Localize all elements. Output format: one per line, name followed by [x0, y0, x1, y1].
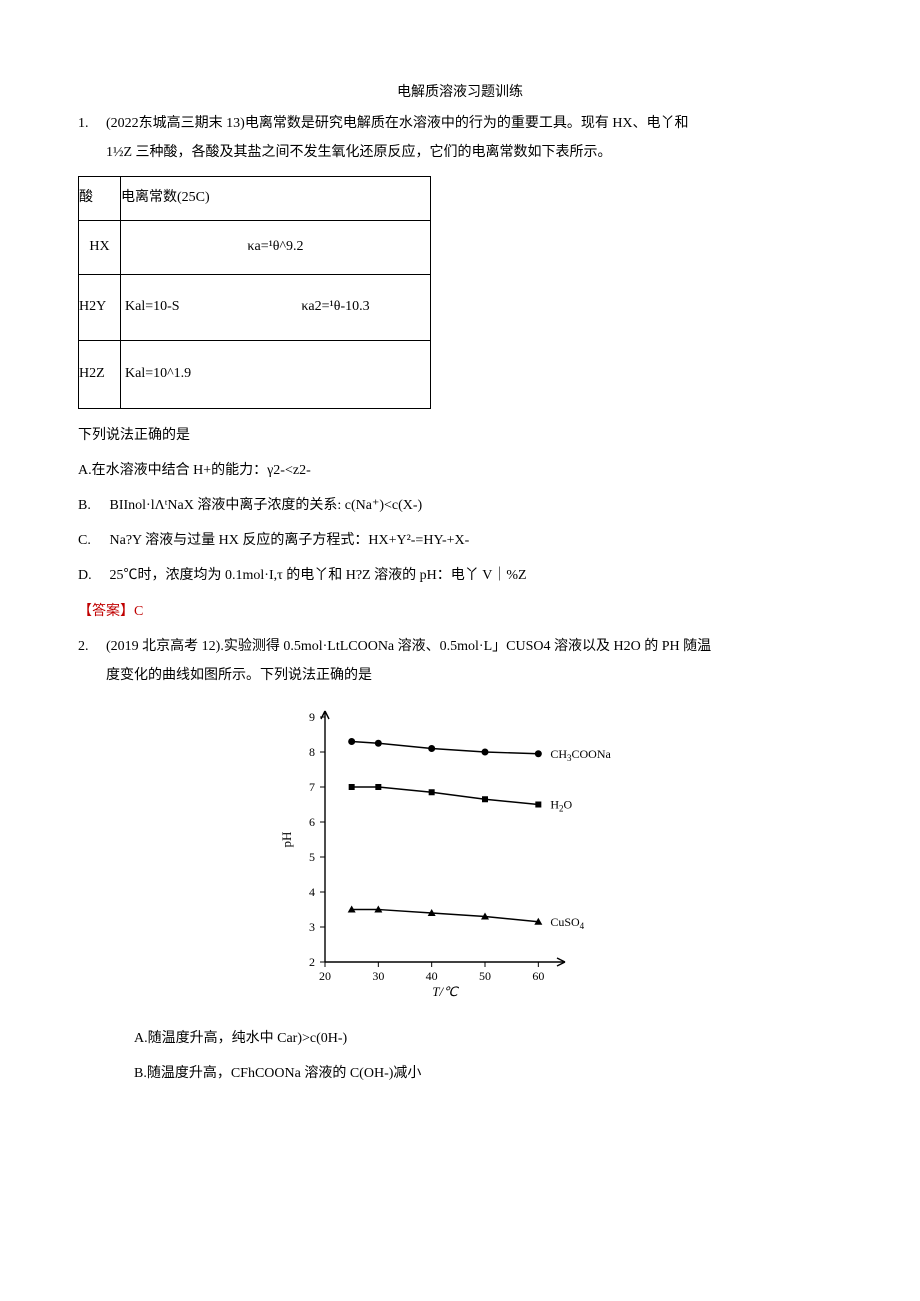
q1-line1: (2022东城高三期末 13)电离常数是研究电解质在水溶液中的行为的重要工具。现… [106, 111, 842, 136]
th-const: 电离常数(25C) [121, 176, 431, 220]
td-h2z: H2Z [79, 340, 121, 408]
optD-label: D. [78, 563, 106, 588]
svg-text:7: 7 [309, 780, 315, 794]
q1-answer: 【答案】C [78, 599, 842, 624]
th-acid: 酸 [79, 176, 121, 220]
ph-temperature-chart: 20 30 40 50 60 2 3 4 5 6 7 8 9 T/℃ pH CH3COONa H2O CuSO4 [270, 702, 650, 1002]
svg-text:CH3COONa: CH3COONa [550, 747, 611, 763]
svg-text:pH: pH [279, 832, 294, 848]
optB-label: B. [78, 493, 106, 518]
q1-line2: 1½Z 三种酸，各酸及其盐之间不发生氧化还原反应，它们的电离常数如下表所示。 [78, 140, 842, 165]
q1-stem: 下列说法正确的是 [78, 423, 842, 448]
page-title: 电解质溶液习题训练 [78, 80, 842, 105]
question-2: 2. (2019 北京高考 12).实验测得 0.5mol·LtLCOONa 溶… [78, 634, 842, 659]
svg-text:6: 6 [309, 815, 315, 829]
svg-text:CuSO4: CuSO4 [550, 915, 584, 931]
chart-container: 20 30 40 50 60 2 3 4 5 6 7 8 9 T/℃ pH CH3COONa H2O CuSO4 [78, 702, 842, 1002]
q2-optA: A.随温度升高，纯水中 Car)>c(0H-) [78, 1026, 842, 1051]
optD-text: 25℃时，浓度均为 0.1mol·I,τ 的电丫和 H?Z 溶液的 pH：电丫 … [110, 568, 527, 583]
q2-line2: 度变化的曲线如图所示。下列说法正确的是 [78, 663, 842, 688]
q2-line1: (2019 北京高考 12).实验测得 0.5mol·LtLCOONa 溶液、0… [106, 634, 842, 659]
svg-text:2: 2 [309, 955, 315, 969]
svg-text:50: 50 [479, 969, 491, 983]
optB-text: BIInol·lΛᵗNaX 溶液中离子浓度的关系: c(Na⁺)<c(X-) [110, 498, 423, 513]
question-1: 1. (2022东城高三期末 13)电离常数是研究电解质在水溶液中的行为的重要工… [78, 111, 842, 136]
td-h2y-k1: Kal=10-S [121, 294, 241, 319]
td-hx-k: κa=¹θ^9.2 [121, 220, 431, 274]
chart-svg: 20 30 40 50 60 2 3 4 5 6 7 8 9 T/℃ pH CH3COONa H2O CuSO4 [270, 702, 650, 1002]
q1-optA: A.在水溶液中结合 H+的能力：γ2-<z2- [78, 458, 842, 483]
td-h2y-k2: κa2=¹θ-10.3 [241, 294, 430, 319]
svg-text:8: 8 [309, 745, 315, 759]
ionization-table: 酸 电离常数(25C) HX κa=¹θ^9.2 H2Y Kal=10-S κa… [78, 176, 431, 409]
td-h2y-k: Kal=10-S κa2=¹θ-10.3 [121, 274, 431, 340]
td-h2y: H2Y [79, 274, 121, 340]
svg-text:H2O: H2O [550, 798, 572, 814]
q2-number: 2. [78, 634, 106, 659]
svg-text:30: 30 [372, 969, 384, 983]
q1-optD: D. 25℃时，浓度均为 0.1mol·I,τ 的电丫和 H?Z 溶液的 pH：… [78, 563, 842, 588]
q1-optC: C. Na?Y 溶液与过量 HX 反应的离子方程式：HX+Y²-=HY-+X- [78, 528, 842, 553]
optC-text: Na?Y 溶液与过量 HX 反应的离子方程式：HX+Y²-=HY-+X- [110, 533, 470, 548]
q1-number: 1. [78, 111, 106, 136]
svg-text:5: 5 [309, 850, 315, 864]
optC-label: C. [78, 528, 106, 553]
svg-text:40: 40 [426, 969, 438, 983]
td-h2z-k1: Kal=10^1.9 [121, 361, 241, 386]
svg-text:60: 60 [532, 969, 544, 983]
svg-text:20: 20 [319, 969, 331, 983]
td-hx: HX [79, 220, 121, 274]
svg-text:9: 9 [309, 710, 315, 724]
svg-text:T/℃: T/℃ [432, 984, 459, 999]
q2-optB: B.随温度升高，CFhCOONa 溶液的 C(OH-)减小 [78, 1061, 842, 1086]
q1-optB: B. BIInol·lΛᵗNaX 溶液中离子浓度的关系: c(Na⁺)<c(X-… [78, 493, 842, 518]
td-h2z-k: Kal=10^1.9 [121, 340, 431, 408]
svg-text:4: 4 [309, 885, 315, 899]
svg-text:3: 3 [309, 920, 315, 934]
